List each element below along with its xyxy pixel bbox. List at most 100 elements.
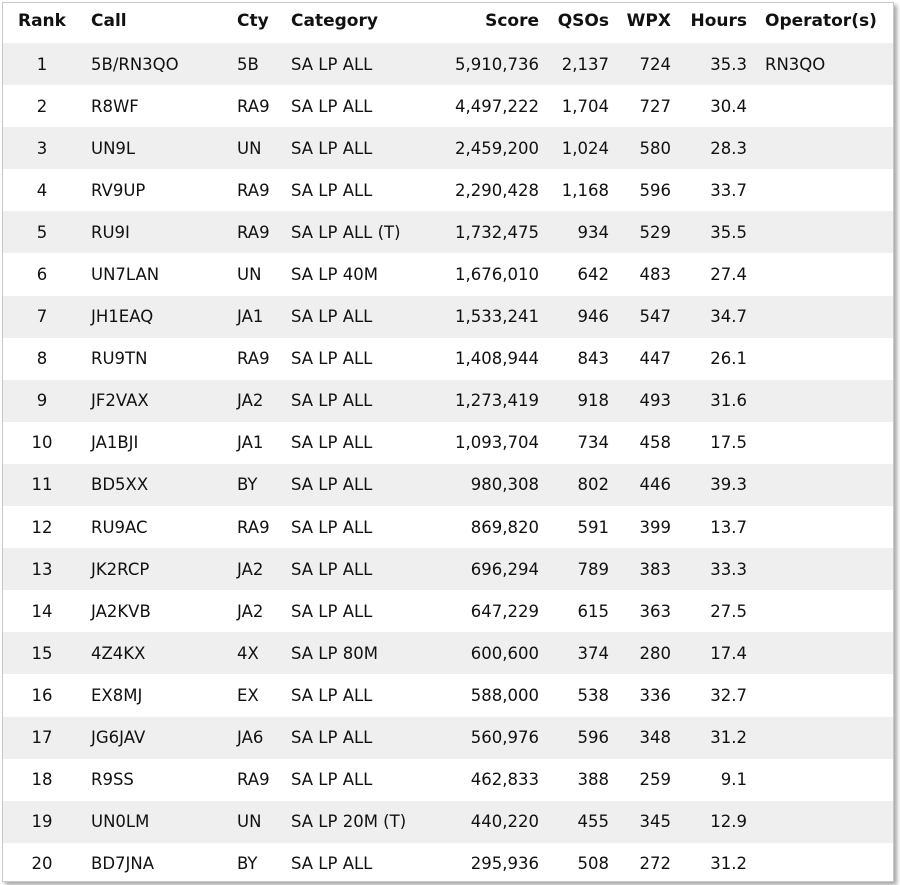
cell-call[interactable]: RV9UP xyxy=(89,169,235,211)
table-row: 16 EX8MJ EX SA LP ALL 588,000 538 336 32.7 xyxy=(3,674,893,716)
cell-operators[interactable] xyxy=(747,548,893,590)
cell-operators[interactable] xyxy=(747,296,893,338)
cell-wpx: 493 xyxy=(639,391,672,411)
cell-qsos: 802 xyxy=(577,475,610,495)
cell-rank: 7 xyxy=(36,307,48,327)
cell-cty: UN xyxy=(237,138,262,158)
cell-hours: 17.5 xyxy=(710,433,747,453)
cell-qsos: 918 xyxy=(577,391,610,411)
cell-call[interactable]: JG6JAV xyxy=(89,717,235,759)
cell-operators[interactable] xyxy=(747,338,893,380)
cell-operators[interactable] xyxy=(747,85,893,127)
cell-call[interactable]: 4Z4KX xyxy=(89,632,235,674)
cell-wpx: 529 xyxy=(639,222,672,242)
cell-score: 600,600 xyxy=(470,643,539,663)
table-row: 5 RU9I RA9 SA LP ALL (T) 1,732,475 934 529 35.5 xyxy=(3,211,893,254)
cell-operators[interactable] xyxy=(747,211,893,253)
cell-category: SA LP ALL xyxy=(291,54,373,74)
cell-operators[interactable] xyxy=(747,506,893,548)
cell-call[interactable]: R9SS xyxy=(89,759,235,801)
cell-cty: JA1 xyxy=(237,307,264,327)
cell-category: SA LP ALL xyxy=(291,96,373,116)
cell-operators[interactable] xyxy=(747,253,893,295)
cell-call[interactable]: JK2RCP xyxy=(89,548,235,590)
column-header-score[interactable]: Score xyxy=(439,3,539,43)
cell-operators[interactable] xyxy=(747,464,893,506)
column-header-operators[interactable]: Operator(s) xyxy=(747,3,893,43)
cell-score: 980,308 xyxy=(470,475,539,495)
cell-wpx: 345 xyxy=(639,812,672,832)
cell-wpx: 580 xyxy=(639,138,672,158)
cell-call[interactable]: UN7LAN xyxy=(89,253,235,295)
cell-category: SA LP ALL xyxy=(291,601,373,621)
cell-operators[interactable] xyxy=(747,801,893,843)
cell-operators[interactable] xyxy=(747,717,893,759)
cell-qsos: 455 xyxy=(577,812,610,832)
cell-score: 295,936 xyxy=(470,854,539,874)
cell-call[interactable]: JF2VAX xyxy=(89,380,235,422)
cell-category: SA LP 20M (T) xyxy=(291,812,407,832)
cell-score: 440,220 xyxy=(470,812,539,832)
cell-cty: EX xyxy=(237,685,259,705)
cell-wpx: 446 xyxy=(639,475,672,495)
cell-operators[interactable] xyxy=(747,759,893,801)
cell-rank: 18 xyxy=(31,770,53,790)
cell-cty: UN xyxy=(237,265,262,285)
cell-call[interactable]: EX8MJ xyxy=(89,674,235,716)
cell-rank: 12 xyxy=(31,517,53,537)
cell-cty: UN xyxy=(237,812,262,832)
table-row: 3 UN9L UN SA LP ALL 2,459,200 1,024 580 28.3 xyxy=(3,127,893,170)
column-header-cty[interactable]: Cty xyxy=(235,3,289,43)
cell-rank: 13 xyxy=(31,559,53,579)
column-header-hours[interactable]: Hours xyxy=(671,3,747,43)
column-header-qsos[interactable]: QSOs xyxy=(539,3,609,43)
cell-operators[interactable]: RN3QO xyxy=(747,43,893,85)
cell-call[interactable]: R8WF xyxy=(89,85,235,127)
cell-call[interactable]: RU9AC xyxy=(89,506,235,548)
cell-rank: 3 xyxy=(36,138,48,158)
cell-cty: 5B xyxy=(237,54,259,74)
cell-category: SA LP ALL xyxy=(291,180,373,200)
cell-call[interactable]: UN9L xyxy=(89,127,235,169)
column-header-rank[interactable]: Rank xyxy=(3,3,89,43)
cell-operators[interactable] xyxy=(747,127,893,169)
cell-call[interactable]: BD5XX xyxy=(89,464,235,506)
cell-operators[interactable] xyxy=(747,632,893,674)
cell-operators[interactable] xyxy=(747,422,893,464)
cell-qsos: 591 xyxy=(577,517,610,537)
column-header-category[interactable]: Category xyxy=(289,3,439,43)
cell-call[interactable]: JA2KVB xyxy=(89,590,235,632)
cell-operators[interactable] xyxy=(747,674,893,716)
cell-call[interactable]: RU9TN xyxy=(89,338,235,380)
cell-hours: 31.2 xyxy=(710,854,747,874)
cell-call[interactable]: JH1EAQ xyxy=(89,296,235,338)
cell-operators[interactable] xyxy=(747,380,893,422)
cell-cty: RA9 xyxy=(237,517,270,537)
column-header-wpx[interactable]: WPX xyxy=(609,3,671,43)
cell-call[interactable]: JA1BJI xyxy=(89,422,235,464)
cell-call[interactable]: UN0LM xyxy=(89,801,235,843)
cell-wpx: 483 xyxy=(639,265,672,285)
cell-cty: BY xyxy=(237,854,258,874)
cell-cty: BY xyxy=(237,475,258,495)
cell-call[interactable]: 5B/RN3QO xyxy=(89,43,235,85)
cell-rank: 10 xyxy=(31,433,53,453)
cell-wpx: 724 xyxy=(639,54,672,74)
cell-category: SA LP ALL xyxy=(291,559,373,579)
cell-hours: 12.9 xyxy=(710,812,747,832)
cell-call[interactable]: BD7JNA xyxy=(89,843,235,881)
cell-cty: JA1 xyxy=(237,433,264,453)
cell-hours: 32.7 xyxy=(710,685,747,705)
cell-call[interactable]: RU9I xyxy=(89,211,235,253)
cell-operators[interactable] xyxy=(747,590,893,632)
cell-category: SA LP ALL xyxy=(291,138,373,158)
cell-operators[interactable] xyxy=(747,169,893,211)
cell-rank: 1 xyxy=(36,54,48,74)
cell-score: 1,273,419 xyxy=(455,391,539,411)
cell-operators[interactable] xyxy=(747,843,893,881)
cell-category: SA LP ALL xyxy=(291,770,373,790)
column-header-call[interactable]: Call xyxy=(89,3,235,43)
table-row: 12 RU9AC RA9 SA LP ALL 869,820 591 399 13.7 xyxy=(3,506,893,548)
cell-score: 2,459,200 xyxy=(455,138,539,158)
cell-cty: JA6 xyxy=(237,728,264,748)
